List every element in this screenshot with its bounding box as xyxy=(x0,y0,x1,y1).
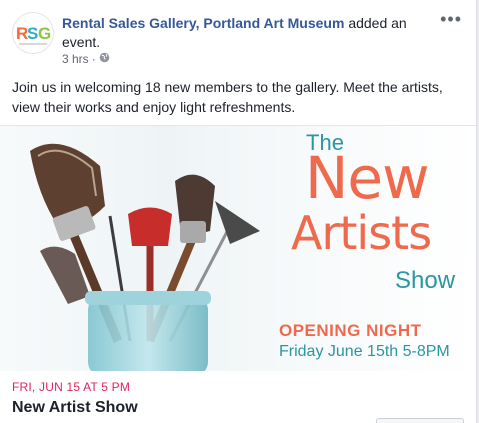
poster-new-text: New xyxy=(305,144,430,212)
meta-separator: · xyxy=(91,52,96,66)
rsg-logo-icon: R S G xyxy=(16,24,51,45)
poster-opening-night: OPENING NIGHT xyxy=(279,321,422,340)
post-timestamp[interactable]: 3 hrs xyxy=(62,52,89,66)
svg-text:G: G xyxy=(38,24,51,43)
event-title-link[interactable]: New Artist Show xyxy=(12,399,138,417)
event-date-line: FRI, JUN 15 AT 5 PM xyxy=(12,380,131,394)
poster-artists-text: Artists xyxy=(291,206,432,260)
post-body-text: Join us in welcoming 18 new members to t… xyxy=(12,79,443,115)
svg-text:S: S xyxy=(27,24,38,43)
event-cover-image[interactable]: The New Artists Show OPENING NIGHT Frida… xyxy=(0,125,476,371)
interested-button[interactable] xyxy=(376,418,464,423)
poster-show-text: Show xyxy=(395,267,456,294)
brushes-jar-illustration xyxy=(30,143,260,371)
poster-date-text: Friday June 15th 5-8PM xyxy=(279,343,450,360)
page-avatar[interactable]: R S G xyxy=(12,12,54,54)
more-options-icon[interactable]: ••• xyxy=(440,10,462,28)
page-name-link[interactable]: Rental Sales Gallery, Portland Art Museu… xyxy=(62,15,344,31)
post-meta: 3 hrs · xyxy=(62,52,110,66)
post-card: R S G Rental Sales Gallery, Portland Art… xyxy=(0,0,477,423)
globe-icon xyxy=(99,52,110,66)
post-header: Rental Sales Gallery, Portland Art Museu… xyxy=(62,14,432,52)
